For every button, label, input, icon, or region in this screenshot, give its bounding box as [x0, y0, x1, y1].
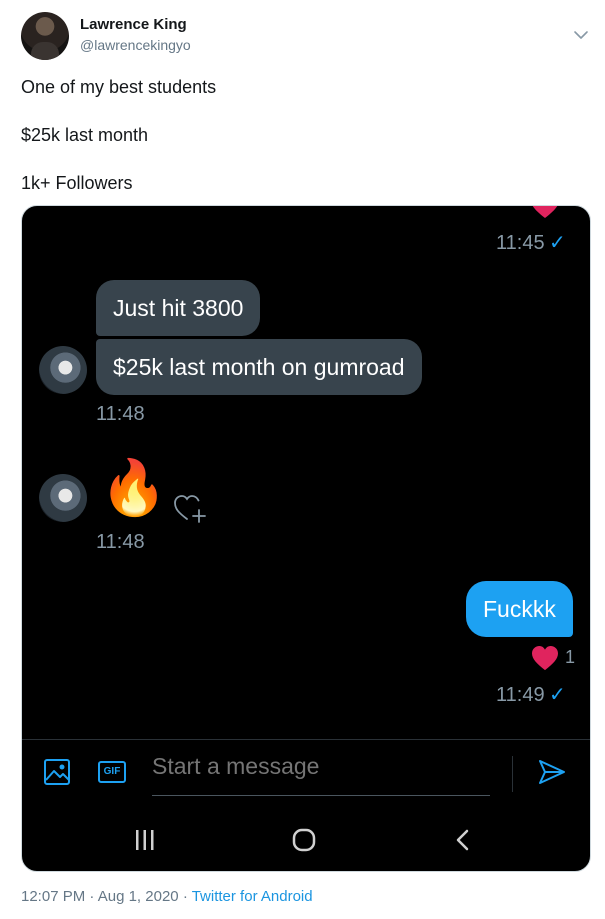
author-handle[interactable]: @lawrencekingyo — [80, 37, 191, 53]
send-divider — [512, 756, 513, 792]
outgoing-message-bubble[interactable]: Fuckkk — [466, 581, 573, 637]
author-display-name[interactable]: Lawrence King — [80, 16, 187, 33]
message-input[interactable] — [152, 753, 482, 780]
message-timestamp: 11:48 — [96, 531, 145, 553]
heart-icon — [532, 206, 558, 218]
chevron-down-icon[interactable] — [572, 26, 590, 44]
attached-screenshot[interactable]: 11:45 ✓ Just hit 3800 $25k last month on… — [21, 205, 591, 872]
reaction-count: 1 — [565, 647, 576, 667]
timestamp-text: 11:49 — [496, 684, 545, 706]
tweet-text-line-2: $25k last month — [21, 125, 149, 145]
image-icon[interactable] — [43, 758, 71, 786]
message-timestamp: 11:48 — [96, 403, 145, 425]
sender-avatar[interactable] — [39, 474, 87, 522]
back-icon[interactable] — [454, 828, 472, 852]
metadata-separator: · — [89, 888, 95, 905]
heart-icon[interactable] — [531, 646, 559, 672]
add-reaction-icon[interactable] — [172, 491, 206, 525]
tweet-source-link[interactable]: Twitter for Android — [192, 888, 313, 905]
incoming-message-bubble[interactable]: $25k last month on gumroad — [96, 339, 422, 395]
home-icon[interactable] — [292, 828, 316, 852]
author-avatar[interactable] — [21, 12, 69, 60]
sent-timestamp-1: 11:45 ✓ — [496, 230, 566, 255]
timestamp-text: 11:45 — [496, 232, 545, 254]
read-receipt-icon: ✓ — [549, 684, 566, 706]
tweet-metadata: 12:07 PM · Aug 1, 2020 · Twitter for And… — [21, 888, 313, 905]
input-underline — [152, 795, 490, 796]
recent-apps-icon[interactable] — [134, 828, 156, 852]
send-icon[interactable] — [537, 757, 567, 787]
read-receipt-icon: ✓ — [549, 232, 566, 254]
gif-icon[interactable]: GIF — [98, 761, 126, 783]
tweet-text-line-3: 1k+ Followers — [21, 173, 133, 193]
metadata-separator: · — [182, 888, 188, 905]
tweet-date[interactable]: Aug 1, 2020 — [98, 888, 179, 905]
tweet-text-line-1: One of my best students — [21, 77, 217, 97]
fire-emoji-message[interactable]: 🔥 — [100, 456, 167, 520]
sender-avatar[interactable] — [39, 346, 87, 394]
sent-timestamp-2: 11:49 ✓ — [496, 682, 566, 707]
composer-divider — [22, 739, 590, 740]
incoming-message-bubble[interactable]: Just hit 3800 — [96, 280, 261, 336]
tweet-time[interactable]: 12:07 PM — [21, 888, 85, 905]
